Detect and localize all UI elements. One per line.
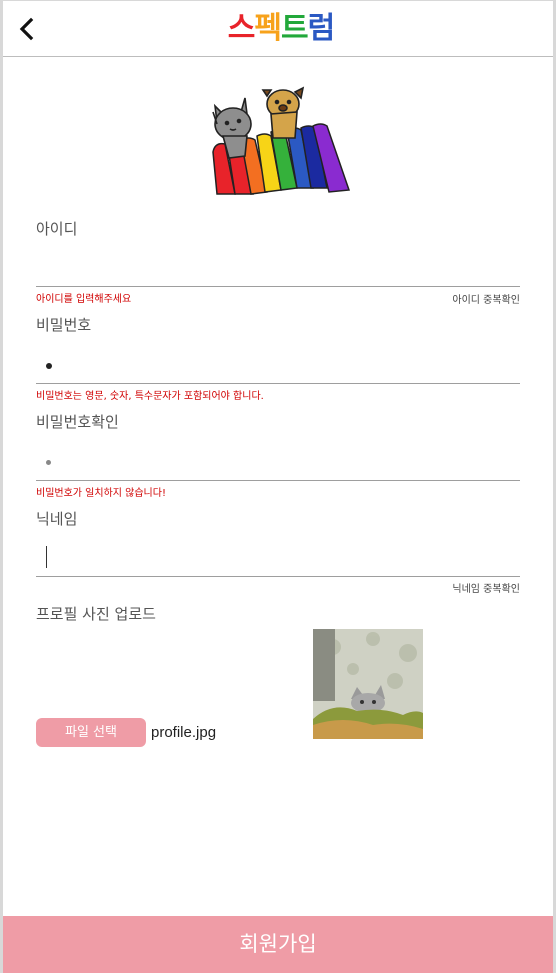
logo-char-1: 스	[227, 11, 256, 46]
app-header: 스펙트럼	[3, 1, 553, 57]
profile-upload-label: 프로필 사진 업로드	[36, 605, 156, 623]
logo-char-3: 트	[281, 11, 309, 46]
nickname-label: 닉네임	[36, 510, 78, 528]
id-field[interactable]	[36, 250, 520, 287]
id-input[interactable]	[36, 250, 520, 286]
logo-char-4: 럼	[307, 11, 336, 46]
nickname-field[interactable]	[36, 540, 520, 577]
app-logo: 스펙트럼	[221, 7, 341, 51]
password-field[interactable]	[36, 347, 520, 384]
password-confirm-label: 비밀번호확인	[36, 413, 119, 431]
id-label: 아이디	[36, 220, 78, 238]
file-select-button[interactable]: 파일 선택	[36, 718, 146, 747]
password-label: 비밀번호	[36, 316, 92, 334]
selected-file-name: profile.jpg	[151, 724, 217, 741]
id-error: 아이디를 입력해주세요	[36, 294, 132, 305]
nickname-duplicate-check-link[interactable]: 닉네임 중복확인	[452, 580, 520, 595]
password-confirm-field[interactable]	[36, 444, 520, 481]
password-confirm-mask-dot	[46, 460, 51, 465]
profile-photo-preview	[313, 629, 423, 739]
signup-submit-button[interactable]: 회원가입	[3, 916, 553, 973]
password-error: 비밀번호는 영문, 숫자, 특수문자가 포함되어야 합니다.	[36, 391, 264, 402]
id-duplicate-check-link[interactable]: 아이디 중복확인	[452, 291, 520, 306]
password-confirm-error: 비밀번호가 일치하지 않습니다!	[36, 488, 166, 499]
password-mask-dot	[46, 363, 52, 369]
logo-char-2: 펙	[254, 11, 282, 46]
back-icon[interactable]	[13, 15, 41, 43]
text-caret	[46, 546, 47, 568]
mascot-illustration	[212, 86, 351, 195]
